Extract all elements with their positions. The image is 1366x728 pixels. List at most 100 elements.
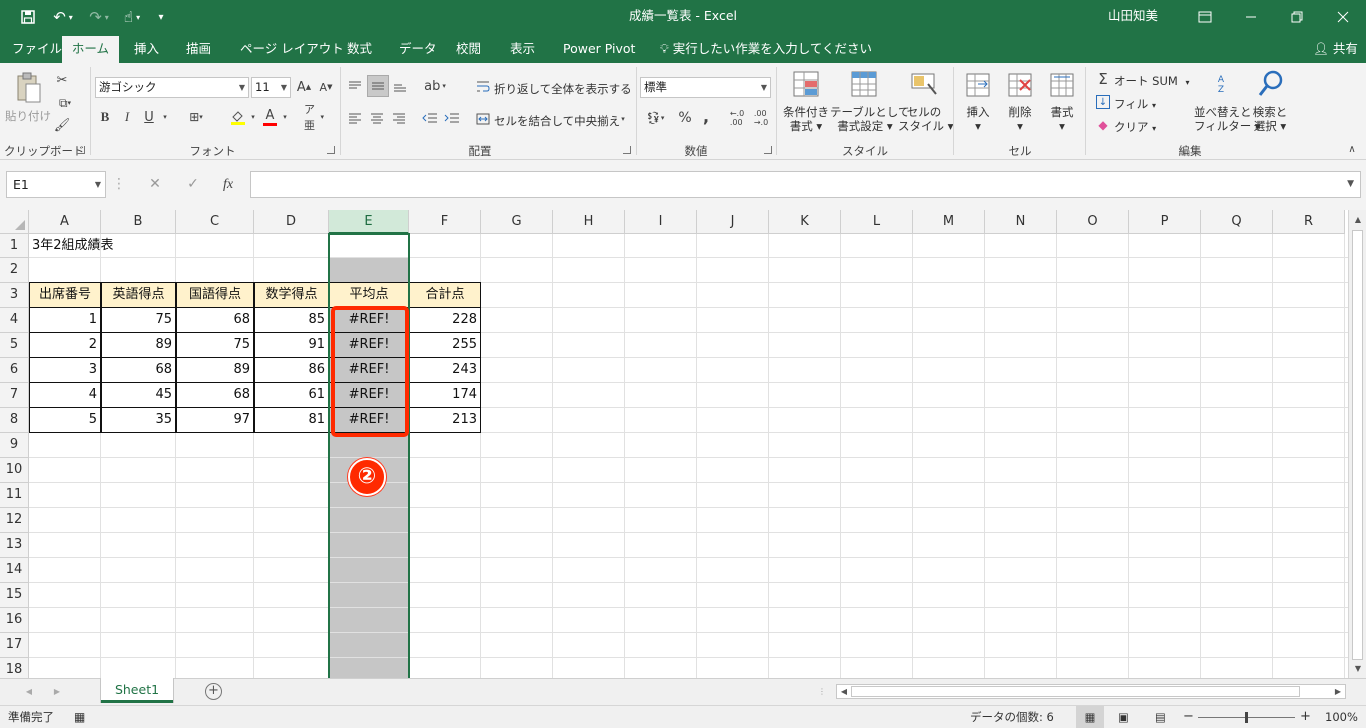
row-header-4[interactable]: 4	[0, 308, 29, 333]
worksheet-grid[interactable]: A B C D E F G H I J K L M N O P Q R 1 2 3 4 5 6 7 8 9 10 11 12 13 14 15 1…	[0, 210, 1348, 678]
zoom-slider-thumb[interactable]	[1245, 712, 1248, 723]
page-break-view-icon[interactable]: ▤	[1155, 706, 1166, 728]
table-header-cell[interactable]: 数学得点	[254, 282, 329, 308]
restore-icon[interactable]	[1274, 0, 1320, 34]
data-cell[interactable]: 86	[254, 357, 329, 383]
column-header-h[interactable]: H	[553, 210, 625, 234]
tab-insert[interactable]: 挿入	[134, 34, 159, 63]
font-color-icon[interactable]: A	[262, 107, 278, 127]
tab-page-layout[interactable]: ページ レイアウト	[240, 34, 344, 63]
scroll-down-icon[interactable]: ▼	[1351, 662, 1365, 676]
font-color-dropdown-icon[interactable]: ▾	[280, 109, 290, 125]
tab-draw[interactable]: 描画	[186, 34, 211, 63]
tab-view[interactable]: 表示	[510, 34, 535, 63]
data-cell[interactable]: 174	[409, 382, 481, 408]
column-header-n[interactable]: N	[985, 210, 1057, 234]
format-cells-button[interactable]: 書式 ▾	[1046, 105, 1078, 133]
row-header-3[interactable]: 3	[0, 283, 29, 308]
align-left-icon[interactable]	[346, 109, 364, 127]
align-top-icon[interactable]	[346, 77, 364, 95]
macro-record-icon[interactable]: ▦	[74, 706, 85, 728]
table-header-cell[interactable]: 国語得点	[176, 282, 254, 308]
cut-icon[interactable]: ✂	[53, 71, 71, 89]
row-header-17[interactable]: 17	[0, 633, 29, 658]
row-header-14[interactable]: 14	[0, 558, 29, 583]
row-header-15[interactable]: 15	[0, 583, 29, 608]
scroll-right-icon[interactable]: ▶	[1331, 685, 1345, 698]
row-header-5[interactable]: 5	[0, 333, 29, 358]
add-sheet-icon[interactable]: +	[205, 683, 222, 700]
decrease-indent-icon[interactable]	[421, 109, 439, 127]
find-select-icon[interactable]	[1256, 69, 1286, 99]
touch-mode-icon[interactable]: ☝ ▾	[116, 0, 148, 34]
data-cell[interactable]: 35	[101, 407, 176, 433]
delete-cells-button[interactable]: 削除 ▾	[1004, 105, 1036, 133]
data-cell[interactable]: 75	[176, 332, 254, 358]
row-header-10[interactable]: 10	[0, 458, 29, 483]
alignment-launcher-icon[interactable]	[623, 146, 631, 154]
comma-style-button[interactable]: ,	[700, 107, 712, 126]
autosum-icon[interactable]: Σ	[1095, 70, 1111, 88]
data-cell[interactable]: 2	[29, 332, 101, 358]
italic-button[interactable]: I	[120, 109, 134, 125]
column-header-d[interactable]: D	[254, 210, 329, 234]
font-name-select[interactable]: 游ゴシック ▼	[95, 77, 249, 98]
tab-power-pivot[interactable]: Power Pivot	[563, 34, 635, 63]
next-sheet-icon[interactable]: ▶	[50, 685, 64, 699]
column-header-p[interactable]: P	[1129, 210, 1201, 234]
close-icon[interactable]	[1320, 0, 1366, 34]
tab-data[interactable]: データ	[399, 34, 437, 63]
horizontal-scroll-thumb[interactable]	[851, 686, 1300, 697]
zoom-in-button[interactable]: +	[1300, 706, 1311, 728]
row-header-7[interactable]: 7	[0, 383, 29, 408]
number-launcher-icon[interactable]	[764, 146, 772, 154]
cancel-entry-icon[interactable]: ✕	[142, 171, 168, 198]
tab-formulas[interactable]: 数式	[347, 34, 372, 63]
scroll-up-icon[interactable]: ▲	[1351, 213, 1365, 227]
phonetic-icon[interactable]: ア亜 ▾	[304, 103, 324, 132]
data-cell[interactable]: 97	[176, 407, 254, 433]
ribbon-display-icon[interactable]	[1182, 0, 1228, 34]
row-header-1[interactable]: 1	[0, 234, 29, 258]
shrink-font-icon[interactable]: A ▼	[318, 79, 334, 95]
conditional-format-button[interactable]: 条件付き 書式 ▾	[778, 105, 834, 133]
column-header-o[interactable]: O	[1057, 210, 1129, 234]
table-header-cell[interactable]: 出席番号	[29, 282, 101, 308]
data-cell[interactable]: 243	[409, 357, 481, 383]
autosum-button[interactable]: オート SUM ▾	[1114, 73, 1189, 89]
zoom-out-button[interactable]: −	[1183, 706, 1194, 728]
column-header-j[interactable]: J	[697, 210, 769, 234]
align-middle-icon[interactable]	[367, 75, 389, 97]
user-name[interactable]: 山田知美	[1108, 0, 1158, 34]
column-header-f[interactable]: F	[409, 210, 481, 234]
data-cell[interactable]: 61	[254, 382, 329, 408]
column-header-b[interactable]: B	[101, 210, 176, 234]
row-header-2[interactable]: 2	[0, 258, 29, 283]
grow-font-icon[interactable]: A ▲	[296, 79, 312, 95]
column-header-e[interactable]: E	[329, 210, 409, 234]
merge-center-button[interactable]: セルを結合して中央揃え	[494, 113, 620, 129]
align-right-icon[interactable]	[390, 109, 408, 127]
confirm-entry-icon[interactable]: ✓	[180, 171, 206, 198]
number-format-select[interactable]: 標準 ▼	[640, 77, 771, 98]
copy-icon[interactable]: ⧉ ▾	[53, 94, 77, 112]
row-header-8[interactable]: 8	[0, 408, 29, 433]
vertical-scroll-thumb[interactable]	[1352, 230, 1363, 660]
fill-color-icon[interactable]	[226, 109, 250, 125]
data-cell[interactable]: 89	[101, 332, 176, 358]
redo-icon[interactable]: ↷ ▾	[84, 0, 114, 34]
row-header-18[interactable]: 18	[0, 658, 29, 678]
formula-input[interactable]: ▼	[250, 171, 1361, 198]
share-button[interactable]: 👤︎ 共有	[1313, 34, 1358, 63]
data-cell[interactable]: 81	[254, 407, 329, 433]
data-cell[interactable]: 4	[29, 382, 101, 408]
horizontal-scrollbar[interactable]: ◀ ▶	[836, 684, 1346, 699]
zoom-level[interactable]: 100%	[1325, 706, 1358, 728]
fill-color-dropdown-icon[interactable]: ▾	[248, 109, 258, 125]
column-header-a[interactable]: A	[29, 210, 101, 234]
bold-button[interactable]: B	[98, 109, 112, 125]
data-cell[interactable]: 255	[409, 332, 481, 358]
clipboard-launcher-icon[interactable]	[77, 146, 85, 154]
page-layout-view-icon[interactable]: ▣	[1118, 706, 1129, 728]
increase-indent-icon[interactable]	[443, 109, 461, 127]
